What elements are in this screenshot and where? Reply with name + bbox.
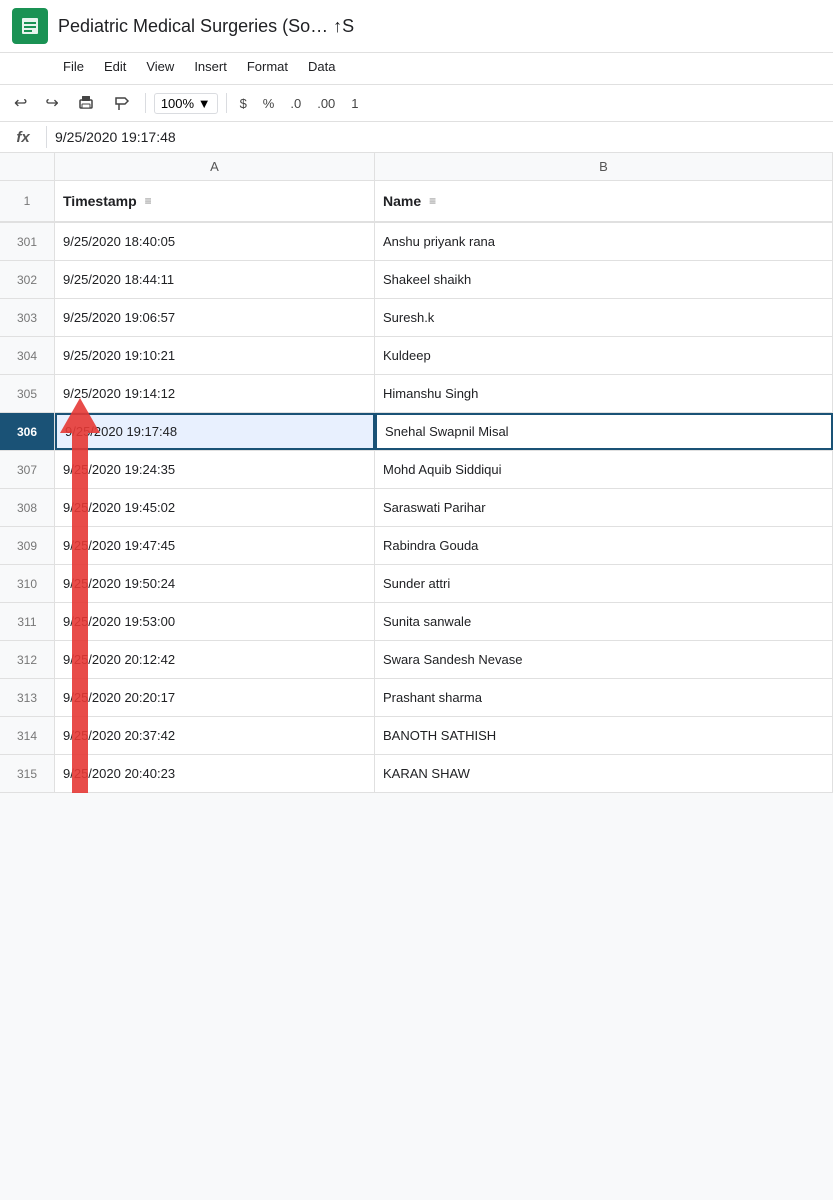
row-number-1: 1 — [0, 181, 55, 221]
row-number: 306 — [0, 413, 55, 450]
table-row[interactable]: 3099/25/2020 19:47:45Rabindra Gouda — [0, 527, 833, 565]
menu-format[interactable]: Format — [239, 55, 296, 78]
cell-name[interactable]: Anshu priyank rana — [375, 223, 833, 260]
table-row[interactable]: 3069/25/2020 19:17:48Snehal Swapnil Misa… — [0, 413, 833, 451]
cell-timestamp[interactable]: 9/25/2020 19:06:57 — [55, 299, 375, 336]
row-number: 309 — [0, 527, 55, 564]
table-row[interactable]: 3129/25/2020 20:12:42Swara Sandesh Nevas… — [0, 641, 833, 679]
decimal-less-button[interactable]: .0 — [285, 94, 306, 113]
cell-timestamp[interactable]: 9/25/2020 19:45:02 — [55, 489, 375, 526]
cell-name[interactable]: Shakeel shaikh — [375, 261, 833, 298]
undo-button[interactable]: ↩ — [8, 89, 33, 117]
table-row[interactable]: 3119/25/2020 19:53:00Sunita sanwale — [0, 603, 833, 641]
row-num-header — [0, 153, 55, 180]
paint-format-button[interactable] — [107, 90, 137, 116]
formula-divider — [46, 126, 47, 148]
separator-2 — [226, 93, 227, 113]
document-title: Pediatric Medical Surgeries (So… ↑S — [58, 16, 354, 37]
cell-name[interactable]: KARAN SHAW — [375, 755, 833, 792]
row-number: 307 — [0, 451, 55, 488]
table-row[interactable]: 3049/25/2020 19:10:21Kuldeep — [0, 337, 833, 375]
cell-name[interactable]: Sunder attri — [375, 565, 833, 602]
fx-label: fx — [8, 129, 38, 146]
cell-timestamp[interactable]: 9/25/2020 20:12:42 — [55, 641, 375, 678]
menu-file[interactable]: File — [55, 55, 92, 78]
cell-timestamp[interactable]: 9/25/2020 19:50:24 — [55, 565, 375, 602]
formula-content[interactable]: 9/25/2020 19:17:48 — [55, 129, 825, 145]
data-rows-container: 3019/25/2020 18:40:05Anshu priyank rana3… — [0, 223, 833, 793]
separator-1 — [145, 93, 146, 113]
row-number: 312 — [0, 641, 55, 678]
row-number: 315 — [0, 755, 55, 792]
cell-timestamp[interactable]: 9/25/2020 20:20:17 — [55, 679, 375, 716]
cell-name[interactable]: Rabindra Gouda — [375, 527, 833, 564]
print-button[interactable] — [71, 90, 101, 116]
table-row[interactable]: 3109/25/2020 19:50:24Sunder attri — [0, 565, 833, 603]
menu-view[interactable]: View — [138, 55, 182, 78]
sheets-app-icon — [12, 8, 48, 44]
row-number: 301 — [0, 223, 55, 260]
table-row[interactable]: 3039/25/2020 19:06:57Suresh.k — [0, 299, 833, 337]
cell-timestamp[interactable]: 9/25/2020 19:47:45 — [55, 527, 375, 564]
decimal-more-button[interactable]: .00 — [312, 94, 340, 113]
menu-data[interactable]: Data — [300, 55, 343, 78]
cell-name[interactable]: Kuldeep — [375, 337, 833, 374]
row-number: 302 — [0, 261, 55, 298]
table-row[interactable]: 3089/25/2020 19:45:02Saraswati Parihar — [0, 489, 833, 527]
menu-edit[interactable]: Edit — [96, 55, 134, 78]
cell-timestamp[interactable]: 9/25/2020 18:44:11 — [55, 261, 375, 298]
table-row[interactable]: 3029/25/2020 18:44:11Shakeel shaikh — [0, 261, 833, 299]
cell-timestamp[interactable]: 9/25/2020 20:37:42 — [55, 717, 375, 754]
filter-icon-a[interactable]: ≡ — [145, 194, 152, 208]
currency-button[interactable]: $ — [235, 94, 252, 113]
menu-insert[interactable]: Insert — [186, 55, 235, 78]
table-row[interactable]: 3149/25/2020 20:37:42BANOTH SATHISH — [0, 717, 833, 755]
cell-timestamp[interactable]: 9/25/2020 19:14:12 — [55, 375, 375, 412]
cell-timestamp[interactable]: 9/25/2020 18:40:05 — [55, 223, 375, 260]
percent-button[interactable]: % — [258, 94, 280, 113]
cell-timestamp[interactable]: 9/25/2020 19:53:00 — [55, 603, 375, 640]
formula-bar: fx 9/25/2020 19:17:48 — [0, 122, 833, 153]
title-bar: Pediatric Medical Surgeries (So… ↑S — [0, 0, 833, 53]
header-cell-timestamp: Timestamp ≡ — [55, 181, 375, 221]
row-number: 313 — [0, 679, 55, 716]
row-number: 308 — [0, 489, 55, 526]
menu-bar: File Edit View Insert Format Data — [0, 53, 833, 85]
cell-name[interactable]: Saraswati Parihar — [375, 489, 833, 526]
cell-name[interactable]: Snehal Swapnil Misal — [375, 413, 833, 450]
cell-timestamp[interactable]: 9/25/2020 19:24:35 — [55, 451, 375, 488]
column-header-row: A B — [0, 153, 833, 181]
row-number: 304 — [0, 337, 55, 374]
column-b-header: B — [375, 153, 833, 180]
table-row[interactable]: 3139/25/2020 20:20:17Prashant sharma — [0, 679, 833, 717]
cell-name[interactable]: Prashant sharma — [375, 679, 833, 716]
table-row[interactable]: 3059/25/2020 19:14:12Himanshu Singh — [0, 375, 833, 413]
cell-timestamp[interactable]: 9/25/2020 19:17:48 — [55, 413, 375, 450]
row-number: 314 — [0, 717, 55, 754]
zoom-control[interactable]: 100% ▼ — [154, 93, 218, 114]
row-number: 310 — [0, 565, 55, 602]
toolbar: ↩ ↪ 100% ▼ $ % .0 .00 1 — [0, 85, 833, 122]
row-number: 305 — [0, 375, 55, 412]
cell-timestamp[interactable]: 9/25/2020 19:10:21 — [55, 337, 375, 374]
cell-name[interactable]: BANOTH SATHISH — [375, 717, 833, 754]
filter-icon-b[interactable]: ≡ — [429, 194, 436, 208]
table-row[interactable]: 3079/25/2020 19:24:35Mohd Aquib Siddiqui — [0, 451, 833, 489]
cell-name[interactable]: Swara Sandesh Nevase — [375, 641, 833, 678]
header-cell-name: Name ≡ — [375, 181, 833, 221]
more-button[interactable]: 1 — [346, 94, 363, 113]
cell-name[interactable]: Sunita sanwale — [375, 603, 833, 640]
row-number: 303 — [0, 299, 55, 336]
column-a-header: A — [55, 153, 375, 180]
table-row[interactable]: 3159/25/2020 20:40:23KARAN SHAW — [0, 755, 833, 793]
redo-button[interactable]: ↪ — [39, 89, 64, 117]
row-number: 311 — [0, 603, 55, 640]
cell-name[interactable]: Himanshu Singh — [375, 375, 833, 412]
cell-timestamp[interactable]: 9/25/2020 20:40:23 — [55, 755, 375, 792]
cell-name[interactable]: Suresh.k — [375, 299, 833, 336]
spreadsheet: A B 1 Timestamp ≡ Name ≡ 3019/25/2020 18… — [0, 153, 833, 793]
table-header-row: 1 Timestamp ≡ Name ≡ — [0, 181, 833, 223]
table-row[interactable]: 3019/25/2020 18:40:05Anshu priyank rana — [0, 223, 833, 261]
cell-name[interactable]: Mohd Aquib Siddiqui — [375, 451, 833, 488]
